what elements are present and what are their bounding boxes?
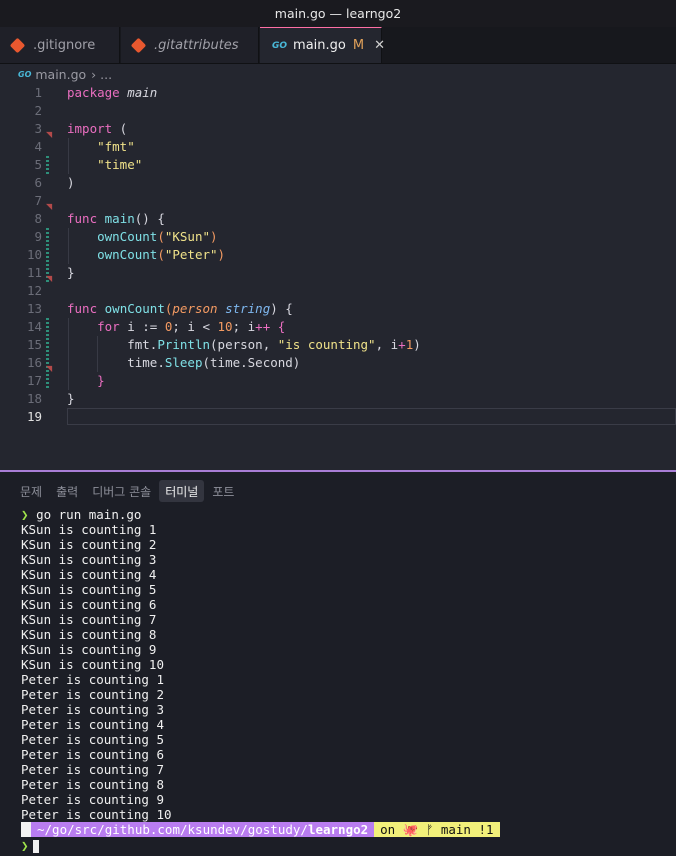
tab-gitattributes[interactable]: .gitattributes <box>121 27 259 63</box>
code-line: 11} <box>26 265 75 280</box>
terminal-line: KSun is counting 1 <box>21 522 157 537</box>
go-file-icon: GO <box>272 40 288 51</box>
code-line: 12 <box>26 283 42 298</box>
code-line: 7 <box>34 193 42 208</box>
apple-logo-icon <box>21 822 31 837</box>
code-line: 5 "time" <box>34 157 143 172</box>
terminal-line: Peter is counting 4 <box>21 717 164 732</box>
terminal-line: KSun is counting 3 <box>21 552 157 567</box>
terminal-line: Peter is counting 10 <box>21 807 172 822</box>
tab-label: .gitignore <box>33 37 96 53</box>
terminal-line: KSun is counting 8 <box>21 627 157 642</box>
code-editor[interactable]: ◥ ◥ ◥ ◥ 1 package main 2 3 import ( 4 "fmt… <box>0 84 676 470</box>
terminal-line: KSun is counting 4 <box>21 567 157 582</box>
terminal-output[interactable]: ❯ go run main.go KSun is counting 1 KSun i… <box>21 507 671 822</box>
terminal-line: Peter is counting 9 <box>21 792 164 807</box>
breadcrumb-file[interactable]: main.go <box>35 67 86 82</box>
terminal-line: Peter is counting 8 <box>21 777 164 792</box>
current-line-highlight <box>67 408 676 425</box>
terminal-line: KSun is counting 7 <box>21 612 157 627</box>
terminal-line: Peter is counting 1 <box>21 672 164 687</box>
code-line: 10 ownCount("Peter") <box>26 247 226 262</box>
tab-output[interactable]: 출력 <box>50 480 84 502</box>
code-line: 17 } <box>26 373 105 388</box>
window-title: main.go — learngo2 <box>0 0 676 27</box>
git-icon <box>130 37 147 53</box>
tab-main-go[interactable]: GO main.go M ✕ <box>260 27 385 63</box>
terminal-cursor <box>32 840 39 853</box>
terminal-line: Peter is counting 7 <box>21 762 164 777</box>
tab-label: .gitattributes <box>154 37 239 53</box>
terminal-command-line: ❯ go run main.go <box>21 507 142 522</box>
code-line: 2 <box>34 103 42 118</box>
tab-debug-console[interactable]: 디버그 콘솔 <box>86 480 157 502</box>
code-line: 15 fmt.Println(person, "is counting", i+… <box>26 337 421 352</box>
breadcrumb: GO main.go › ... <box>0 64 676 84</box>
panel-tabs: 문제 출력 디버그 콘솔 터미널 포트 <box>14 480 240 502</box>
prompt-git-status: on 🐙 ᚠ main !1 <box>374 822 500 837</box>
code-line: 18} <box>26 391 75 406</box>
bottom-panel: 문제 출력 디버그 콘솔 터미널 포트 ❯ go run main.go KSun… <box>0 472 676 856</box>
terminal-line: KSun is counting 2 <box>21 537 157 552</box>
code-line: 16 time.Sleep(time.Second) <box>26 355 301 370</box>
tab-gitignore[interactable]: .gitignore <box>0 27 120 63</box>
code-line: 14 for i := 0; i < 10; i++ { <box>26 319 286 334</box>
git-icon <box>9 37 26 53</box>
tab-ports[interactable]: 포트 <box>206 480 240 502</box>
code-line: 6) <box>34 175 75 190</box>
terminal-line: Peter is counting 2 <box>21 687 164 702</box>
close-icon[interactable]: ✕ <box>374 38 385 53</box>
code-line: 9 ownCount("KSun") <box>34 229 218 244</box>
prompt-icon: ❯ <box>21 838 29 853</box>
code-line: 3 import ( <box>34 121 128 136</box>
prompt-path: ~/go/src/github.com/ksundev/gostudy/lear… <box>31 822 375 837</box>
terminal-line: Peter is counting 3 <box>21 702 164 717</box>
prompt-icon: ❯ <box>21 507 29 522</box>
terminal-line: Peter is counting 6 <box>21 747 164 762</box>
breadcrumb-more[interactable]: › ... <box>91 67 112 82</box>
code-line: 13 func ownCount(person string) { <box>26 301 293 316</box>
terminal-line: KSun is counting 10 <box>21 657 164 672</box>
terminal-line: Peter is counting 5 <box>21 732 164 747</box>
powerline-prompt: ~/go/src/github.com/ksundev/gostudy/lear… <box>21 822 500 837</box>
terminal-line: KSun is counting 5 <box>21 582 157 597</box>
terminal-line: KSun is counting 9 <box>21 642 157 657</box>
editor-tab-bar: .gitignore .gitattributes GO main.go M ✕ <box>0 27 676 64</box>
go-file-icon: GO <box>18 69 32 79</box>
tab-problems[interactable]: 문제 <box>14 480 48 502</box>
terminal-line: KSun is counting 6 <box>21 597 157 612</box>
tab-label: main.go <box>293 38 346 53</box>
code-line: 8 func main() { <box>34 211 165 226</box>
modified-indicator: M <box>352 38 365 53</box>
terminal-input-line[interactable]: ❯ <box>21 838 39 853</box>
code-line: 1 package main <box>34 85 158 100</box>
code-line: 4 "fmt" <box>34 139 135 154</box>
tab-terminal[interactable]: 터미널 <box>159 480 205 502</box>
